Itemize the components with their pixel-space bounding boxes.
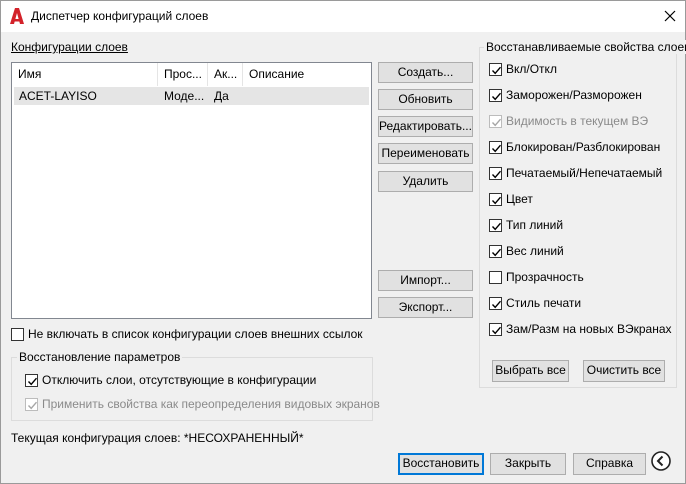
check-icon [491,222,502,231]
export-button[interactable]: Экспорт... [378,297,473,318]
property-checkbox[interactable] [489,297,502,310]
property-label: Видимость в текущем ВЭ [506,114,649,128]
property-label: Заморожен/Разморожен [506,88,642,102]
restore-button[interactable]: Восстановить [398,453,484,475]
property-checkbox[interactable] [489,193,502,206]
property-checkbox[interactable] [489,271,502,284]
title-bar: Диспетчер конфигураций слоев [1,1,685,32]
property-label: Блокирован/Разблокирован [506,140,661,154]
property-label: Зам/Разм на новых ВЭкранах [506,322,672,336]
layer-states-manager-dialog: Диспетчер конфигураций слоев Конфигураци… [0,0,686,484]
edit-button[interactable]: Редактировать... [378,116,473,137]
check-icon [491,248,502,257]
property-label: Стиль печати [506,296,582,310]
property-checkbox[interactable] [489,245,502,258]
select-all-button[interactable]: Выбрать все [492,360,569,382]
update-button[interactable]: Обновить [378,89,473,110]
property-label: Вкл/Откл [506,62,557,76]
check-icon [491,92,502,101]
property-checkbox[interactable] [489,219,502,232]
turn-off-missing-label: Отключить слои, отсутствующие в конфигур… [42,373,317,387]
property-checkbox[interactable] [489,115,502,128]
clear-all-button[interactable]: Очистить все [583,360,665,382]
property-checkbox[interactable] [489,323,502,336]
property-label: Тип линий [506,218,564,232]
column-header-space[interactable]: Прос... [158,63,208,86]
check-icon [491,118,502,127]
property-label: Цвет [506,192,533,206]
property-checkbox[interactable] [489,89,502,102]
restore-options-title: Восстановление параметров [17,350,183,364]
close-button[interactable]: Закрыть [490,453,566,475]
restore-options-group [11,357,373,421]
help-button[interactable]: Справка [573,453,646,475]
row-description [249,87,367,105]
import-button[interactable]: Импорт... [378,270,473,291]
window-title: Диспетчер конфигураций слоев [31,9,209,23]
check-icon [491,196,502,205]
check-icon [491,300,502,309]
property-label: Печатаемый/Непечатаемый [506,166,663,180]
exclude-xref-label: Не включать в список конфигурации слоев … [28,327,363,341]
column-header-active[interactable]: Ак... [208,63,243,86]
turn-off-missing-checkbox[interactable] [25,374,38,387]
check-icon [491,326,502,335]
list-header: Имя Прос... Ак... Описание [12,63,371,86]
property-label: Прозрачность [506,270,584,284]
rename-button[interactable]: Переименовать [378,143,473,164]
delete-button[interactable]: Удалить [378,171,473,192]
circle-chevron-left-icon[interactable] [651,451,671,471]
layer-states-list[interactable]: Имя Прос... Ак... Описание ACET-LAYISO М… [11,62,372,319]
autocad-a-icon [10,8,24,24]
check-icon [491,170,502,179]
property-checkbox[interactable] [489,167,502,180]
check-icon [491,144,502,153]
apply-as-overrides-label: Применить свойства как переопределения в… [42,397,380,411]
check-icon [27,401,38,410]
create-button[interactable]: Создать... [378,62,473,83]
row-space: Моде... [164,89,205,103]
check-icon [491,66,502,75]
property-checkbox[interactable] [489,141,502,154]
column-header-name[interactable]: Имя [12,63,158,86]
table-row[interactable]: ACET-LAYISO Моде... Да [14,87,369,105]
restore-properties-title: Восстанавливаемые свойства слоев [484,40,686,54]
row-active: Да [214,89,229,103]
close-icon[interactable] [661,7,679,25]
row-name: ACET-LAYISO [19,89,97,103]
property-checkbox[interactable] [489,63,502,76]
current-config-label: Текущая конфигурация слоев: *НЕСОХРАНЕНН… [11,431,304,445]
exclude-xref-checkbox[interactable] [11,328,24,341]
property-label: Вес линий [506,244,564,258]
check-icon [27,377,38,386]
column-header-description[interactable]: Описание [243,63,371,86]
layer-states-label-text: Конфигурации слоев [11,40,128,54]
layer-states-label: Конфигурации слоев [11,40,128,54]
apply-as-overrides-checkbox[interactable] [25,398,38,411]
